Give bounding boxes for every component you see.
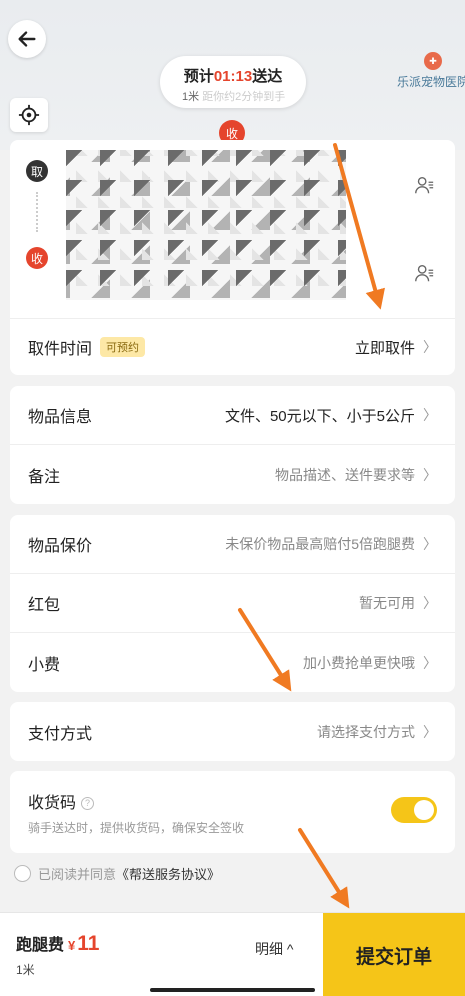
item-info-row[interactable]: 物品信息 文件、50元以下、小于5公斤〉 <box>10 386 455 445</box>
chevron-right-icon: 〉 <box>423 723 437 740</box>
pickup-address[interactable] <box>10 140 455 229</box>
back-button[interactable] <box>8 20 46 58</box>
bottom-bar: 跑腿费 ¥11 1米 明细 ^ 提交订单 <box>0 912 465 996</box>
eta-bubble: 预计01:13送达 1米 距你约2分钟到手 <box>160 56 306 108</box>
dropoff-address[interactable] <box>10 229 455 318</box>
fee-amount: 11 <box>77 932 100 955</box>
pickup-contact-icon[interactable] <box>413 174 435 196</box>
submit-order-button[interactable]: 提交订单 <box>323 913 465 996</box>
pickup-time-label: 取件时间 <box>28 341 93 358</box>
insurance-value: 未保价物品最高赔付5倍跑腿费 <box>225 536 415 552</box>
red-packet-label: 红包 <box>28 597 61 614</box>
payment-label: 支付方式 <box>28 725 93 743</box>
home-indicator <box>150 988 315 992</box>
item-info-label: 物品信息 <box>28 409 93 426</box>
locate-button[interactable] <box>10 98 48 132</box>
dropoff-contact-icon[interactable] <box>413 262 435 284</box>
chevron-right-icon: 〉 <box>423 466 437 483</box>
remark-placeholder: 物品描述、送件要求等 <box>275 466 415 483</box>
receipt-code-toggle[interactable] <box>391 797 437 823</box>
payment-value: 请选择支付方式 <box>317 723 415 740</box>
poi-icon: ✚ <box>424 52 442 70</box>
item-info-value: 文件、50元以下、小于5公斤 <box>224 407 415 425</box>
fee-distance: 1米 <box>16 963 35 977</box>
remark-label: 备注 <box>28 468 61 486</box>
currency-symbol: ¥ <box>68 938 76 953</box>
pickup-time-card: 取件时间 可预约 立即取件〉 <box>10 318 455 375</box>
back-arrow-icon <box>18 31 36 47</box>
tip-value: 加小费抢单更快哦 <box>303 654 415 671</box>
remark-row[interactable]: 备注 物品描述、送件要求等〉 <box>10 445 455 504</box>
chevron-right-icon: 〉 <box>423 339 437 355</box>
agreement-row: 已阅读并同意 《帮送服务协议》 <box>14 864 220 883</box>
extras-card: 物品保价 未保价物品最高赔付5倍跑腿费〉 红包 暂无可用〉 小费 加小费抢单更快… <box>10 515 455 692</box>
address-card: 取 收 <box>10 140 455 318</box>
tip-label: 小费 <box>28 656 61 674</box>
agreement-prefix: 已阅读并同意 <box>38 867 117 882</box>
eta-distance: 1米 距你约2分钟到手 <box>182 91 286 103</box>
red-packet-row[interactable]: 红包 暂无可用〉 <box>10 574 455 633</box>
receipt-code-label: 收货码 <box>28 795 77 812</box>
poi-name: 乐派宠物医院 <box>396 75 465 89</box>
help-icon[interactable]: ? <box>81 797 95 810</box>
chevron-right-icon: 〉 <box>423 654 437 671</box>
payment-row[interactable]: 支付方式 请选择支付方式〉 <box>10 702 455 761</box>
locate-icon <box>18 104 40 126</box>
item-card: 物品信息 文件、50元以下、小于5公斤〉 备注 物品描述、送件要求等〉 <box>10 386 455 504</box>
receipt-code-card: 收货码? 骑手送达时，提供收货码，确保安全签收 <box>10 771 455 853</box>
agreement-link[interactable]: 《帮送服务协议》 <box>116 864 220 883</box>
insurance-label: 物品保价 <box>28 538 93 555</box>
chevron-right-icon: 〉 <box>423 536 437 552</box>
poi-marker[interactable]: ✚ 乐派宠物医院 <box>388 52 465 90</box>
reservable-tag: 可预约 <box>100 337 146 357</box>
receipt-code-title: 收货码? <box>28 789 95 813</box>
fee-label: 跑腿费 <box>16 937 65 954</box>
map-view[interactable]: 预计01:13送达 1米 距你约2分钟到手 ✚ 乐派宠物医院 收 <box>0 0 465 150</box>
tip-row[interactable]: 小费 加小费抢单更快哦〉 <box>10 633 455 692</box>
payment-card: 支付方式 请选择支付方式〉 <box>10 702 455 761</box>
fee-summary: 跑腿费 ¥11 <box>16 931 99 956</box>
agreement-radio[interactable] <box>14 865 31 882</box>
chevron-right-icon: 〉 <box>423 407 437 423</box>
pickup-time-row[interactable]: 取件时间 可预约 立即取件〉 <box>10 319 455 375</box>
fee-detail-button[interactable]: 明细 ^ <box>255 939 293 959</box>
insurance-row[interactable]: 物品保价 未保价物品最高赔付5倍跑腿费〉 <box>10 515 455 574</box>
red-packet-value: 暂无可用 <box>359 595 415 611</box>
pickup-time-value: 立即取件 <box>354 339 415 357</box>
toggle-knob <box>414 800 434 820</box>
chevron-right-icon: 〉 <box>423 595 437 611</box>
eta-text: 预计01:13送达 <box>183 68 283 85</box>
receipt-code-desc: 骑手送达时，提供收货码，确保安全签收 <box>28 821 245 835</box>
